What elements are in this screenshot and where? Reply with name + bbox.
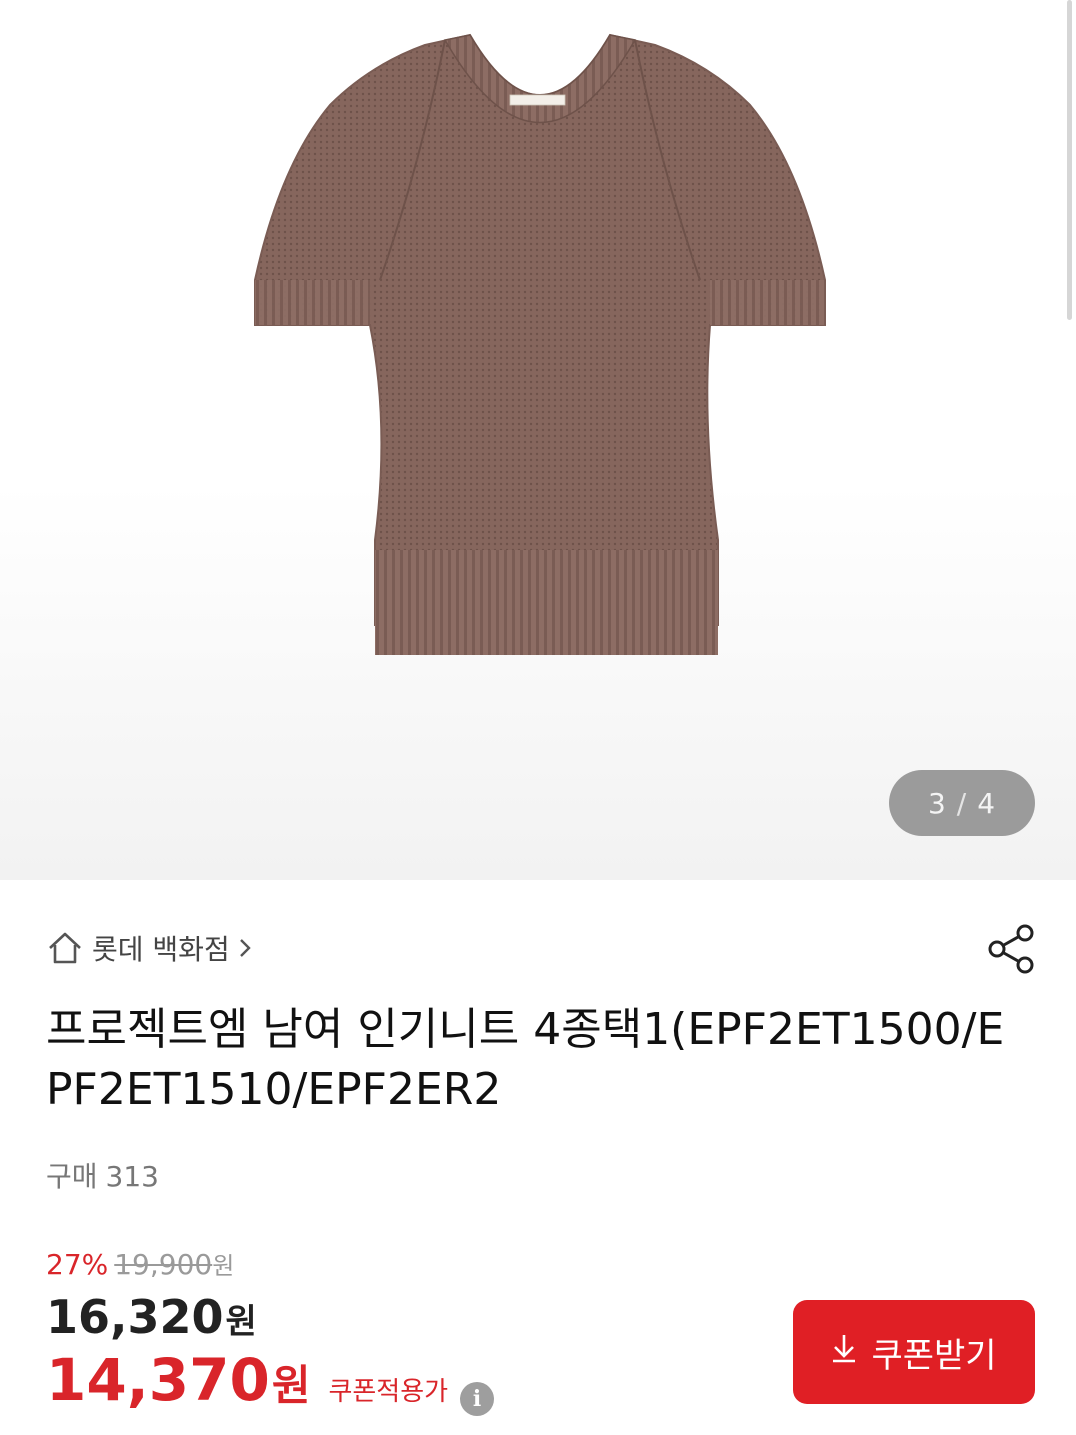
sale-price: 16,320 원 [46,1290,257,1344]
product-image[interactable] [240,25,840,665]
discount-rate: 27% [46,1248,109,1281]
home-icon [46,930,84,966]
share-icon [988,924,1034,974]
scrollbar-thumb[interactable] [1067,0,1072,320]
product-title: 프로젝트엠 남여 인기니트 4종택1(EPF2ET1500/EPF2ET1510… [46,1004,1005,1115]
discount-row: 27% 19,900 원 [46,1246,234,1281]
sale-price-unit: 원 [225,1302,257,1342]
seller-name: 롯데 백화점 [92,933,230,966]
purchase-count: 구매 313 [46,1155,159,1195]
download-arrow-icon [831,1332,857,1372]
share-button[interactable] [985,922,1039,976]
coupon-price: 14,370 원 쿠폰적용가 i [46,1346,495,1416]
original-price-unit: 원 [212,1252,235,1280]
original-price: 19,900 [114,1248,213,1281]
get-coupon-label: 쿠폰받기 [871,1335,997,1376]
purchase-label: 구매 [46,1160,98,1193]
image-page-indicator: 3 / 4 [889,770,1035,836]
coupon-price-unit: 원 [271,1361,311,1410]
product-image-gallery[interactable]: 3 / 4 [0,0,1076,880]
seller-link[interactable]: 롯데 백화점 [46,926,252,970]
info-icon[interactable]: i [460,1382,495,1416]
page-separator: / [956,786,968,820]
total-pages: 4 [977,786,997,820]
get-coupon-button[interactable]: 쿠폰받기 [793,1300,1035,1404]
current-page: 3 [927,786,947,820]
chevron-right-icon [238,936,252,960]
coupon-price-value: 14,370 [46,1346,270,1414]
purchase-number: 313 [105,1160,159,1193]
sale-price-value: 16,320 [46,1290,224,1344]
coupon-price-label: 쿠폰적용가 [328,1377,449,1407]
